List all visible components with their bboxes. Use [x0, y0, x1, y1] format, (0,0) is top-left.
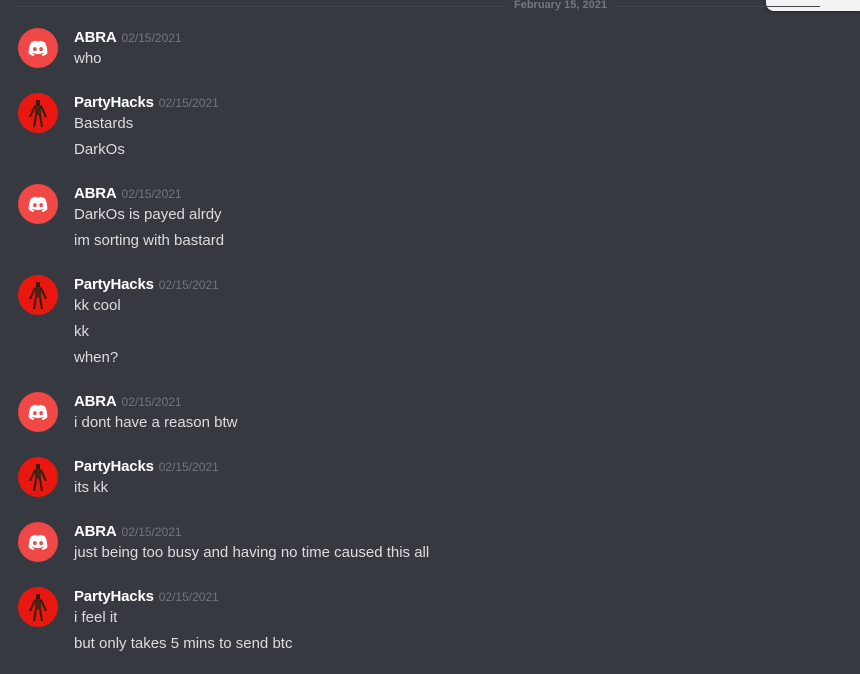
message-text: kk cool [74, 297, 121, 314]
message-text: its kk [74, 479, 109, 496]
message-text: kk [74, 323, 89, 340]
avatar[interactable] [18, 275, 58, 315]
siren-head-avatar [29, 464, 47, 492]
username[interactable]: PartyHacks [74, 276, 154, 293]
message-header: ABRA 02/15/2021 [74, 184, 182, 204]
timestamp: 02/15/2021 [121, 395, 182, 409]
avatar[interactable] [18, 184, 58, 224]
username[interactable]: PartyHacks [74, 94, 154, 111]
avatar[interactable] [18, 28, 58, 68]
discord-logo-icon [28, 196, 48, 212]
divider-line [16, 6, 820, 7]
date-divider: February 15, 2021 [16, 0, 820, 12]
message-header: ABRA 02/15/2021 [74, 28, 182, 48]
chat-messages: February 15, 2021 ABRA 02/15/2021 who Pa… [0, 0, 860, 674]
siren-head-avatar [29, 282, 47, 310]
discord-logo-icon [28, 534, 48, 550]
message-header: PartyHacks 02/15/2021 [74, 587, 219, 607]
message-text: when? [74, 349, 119, 366]
avatar[interactable] [18, 587, 58, 627]
message-header: PartyHacks 02/15/2021 [74, 457, 219, 477]
avatar[interactable] [18, 392, 58, 432]
divider-date: February 15, 2021 [506, 0, 615, 12]
timestamp: 02/15/2021 [158, 278, 219, 292]
message-header: ABRA 02/15/2021 [74, 522, 182, 542]
avatar[interactable] [18, 457, 58, 497]
message-header: PartyHacks 02/15/2021 [74, 93, 219, 113]
timestamp: 02/15/2021 [121, 525, 182, 539]
message-text: im sorting with bastard [74, 232, 225, 249]
message-text: DarkOs is payed alrdy [74, 206, 222, 223]
username[interactable]: ABRA [74, 523, 117, 540]
timestamp: 02/15/2021 [158, 590, 219, 604]
message-text: DarkOs [74, 141, 125, 158]
username[interactable]: PartyHacks [74, 588, 154, 605]
message-header: PartyHacks 02/15/2021 [74, 275, 219, 295]
message-text: just being too busy and having no time c… [74, 544, 430, 561]
message-header: ABRA 02/15/2021 [74, 392, 182, 412]
siren-head-avatar [29, 594, 47, 622]
username[interactable]: ABRA [74, 29, 117, 46]
avatar[interactable] [18, 522, 58, 562]
siren-head-avatar [29, 100, 47, 128]
timestamp: 02/15/2021 [158, 460, 219, 474]
message-text: Bastards [74, 115, 134, 132]
message-text: i feel it [74, 609, 118, 626]
timestamp: 02/15/2021 [121, 31, 182, 45]
username[interactable]: PartyHacks [74, 458, 154, 475]
message-text: i dont have a reason btw [74, 414, 238, 431]
username[interactable]: ABRA [74, 393, 117, 410]
timestamp: 02/15/2021 [121, 187, 182, 201]
username[interactable]: ABRA [74, 185, 117, 202]
timestamp: 02/15/2021 [158, 96, 219, 110]
discord-logo-icon [28, 404, 48, 420]
message-text: who [74, 50, 102, 67]
message-text: but only takes 5 mins to send btc [74, 635, 293, 652]
discord-logo-icon [28, 40, 48, 56]
avatar[interactable] [18, 93, 58, 133]
